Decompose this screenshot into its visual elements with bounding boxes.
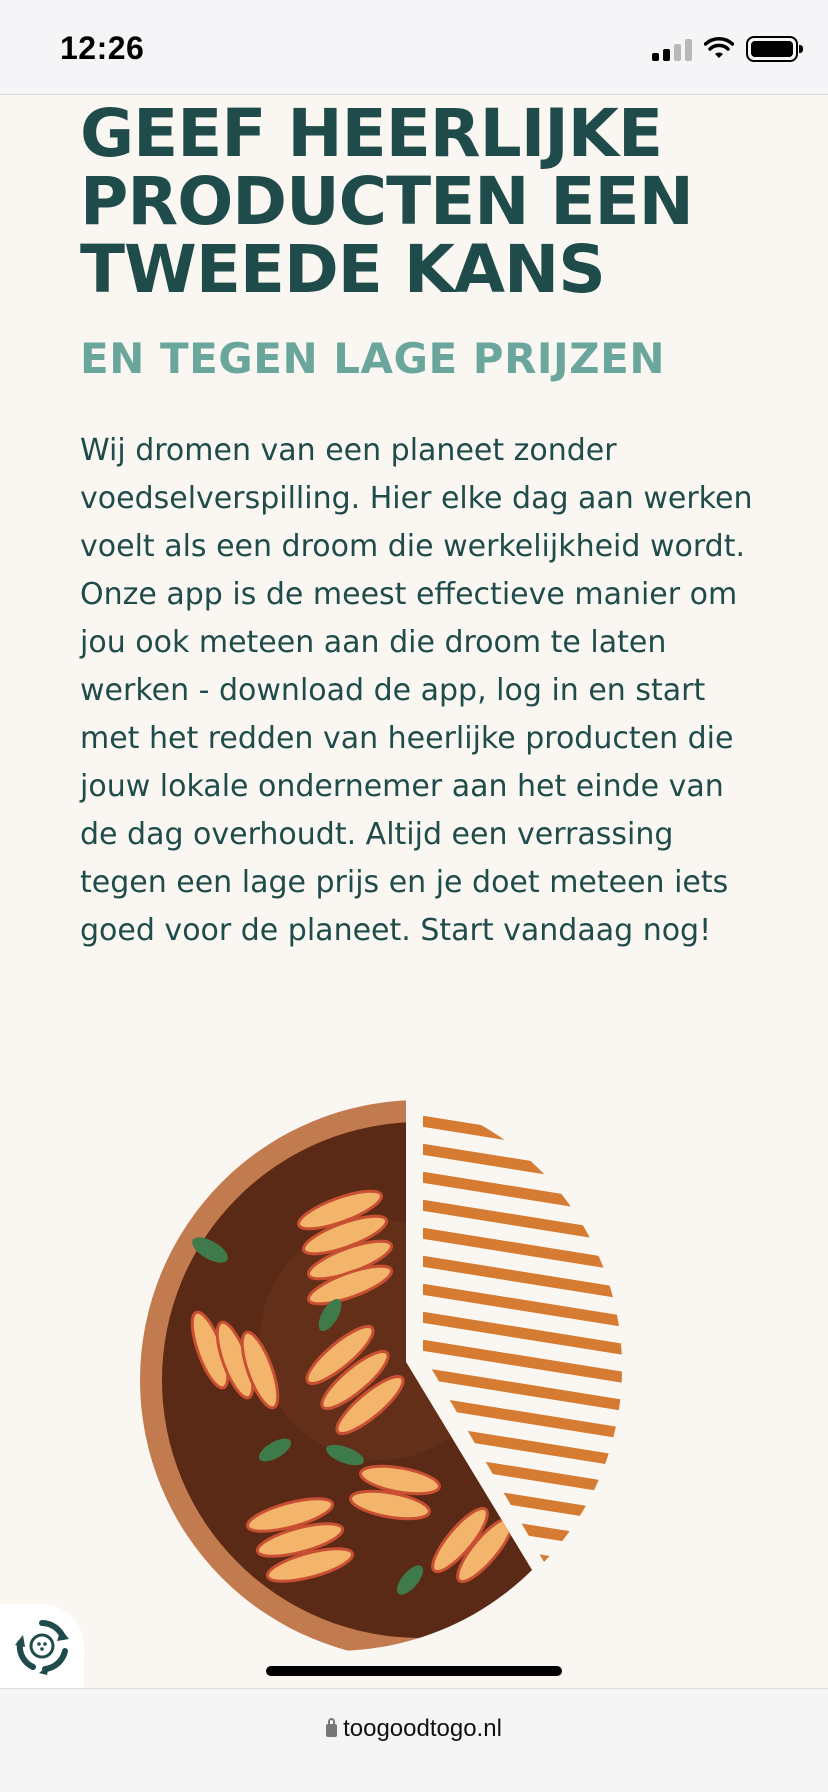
intro-paragraph: Wij dromen van een planeet zonder voedse… <box>80 433 753 948</box>
status-time: 12:26 <box>60 30 145 66</box>
home-indicator[interactable] <box>266 1666 562 1676</box>
recycle-bag-icon <box>15 1620 69 1675</box>
status-bar: 12:26 <box>0 0 828 95</box>
status-icons <box>652 36 803 62</box>
page-title: GEEF HEERLIJKE PRODUCTEN EEN TWEEDE KANS <box>80 95 694 308</box>
battery-icon <box>746 36 803 62</box>
url-field[interactable]: toogoodtogo.nl <box>0 1715 828 1743</box>
lock-icon <box>326 1718 338 1737</box>
app-logo-button[interactable] <box>0 1604 84 1688</box>
signal-icon <box>652 37 692 61</box>
pie-tart-illustration <box>140 1100 623 1651</box>
page-subtitle: EN TEGEN LAGE PRIJZEN <box>80 334 665 383</box>
browser-address-bar[interactable]: toogoodtogo.nl <box>0 1688 828 1792</box>
hero-section: GEEF HEERLIJKE PRODUCTEN EEN TWEEDE KANS… <box>80 100 760 955</box>
url-text: toogoodtogo.nl <box>343 1715 502 1742</box>
wifi-icon <box>704 37 734 58</box>
